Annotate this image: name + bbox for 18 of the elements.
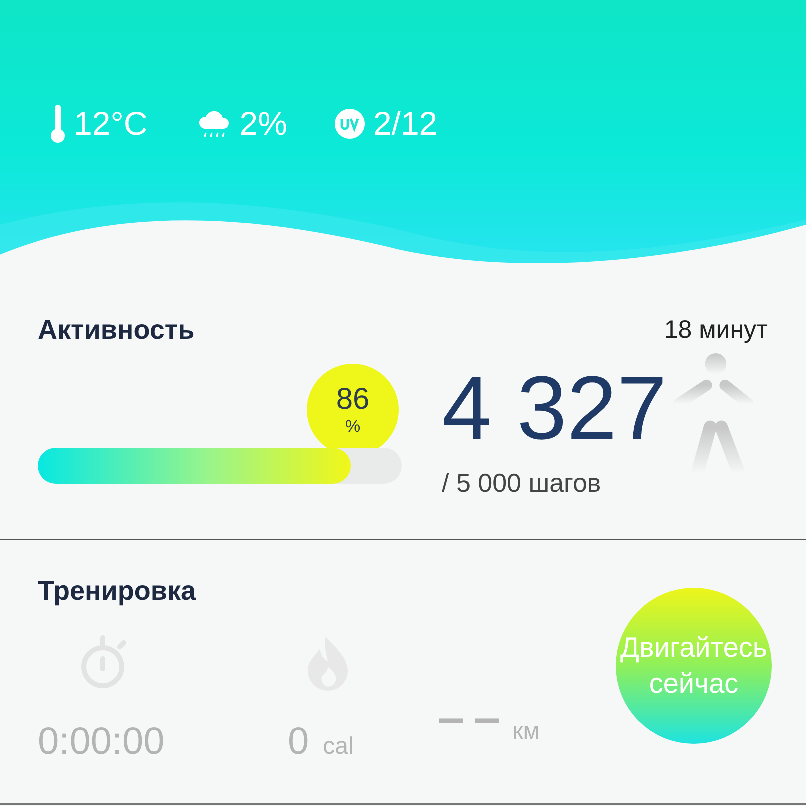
weather-value: 2/12 xyxy=(373,105,438,143)
weather-value: 12°C xyxy=(74,105,148,143)
section-title: Активность xyxy=(38,315,195,346)
duration-text: 18 минут xyxy=(664,316,768,345)
percent-sign: % xyxy=(345,417,361,437)
thermometer-icon xyxy=(50,104,66,144)
stat-value: – – xyxy=(438,691,499,746)
start-button[interactable]: Двигайтесь сейчас xyxy=(616,588,772,744)
step-goal: / 5 000 шагов xyxy=(442,468,602,499)
unit-label: км xyxy=(512,718,540,746)
weather-value: 2% xyxy=(240,105,288,143)
percent-value: 86 xyxy=(336,383,370,417)
step-count: 4 327 xyxy=(442,364,668,454)
stat-value: 0:00:00 xyxy=(38,721,165,764)
unit-label: cal xyxy=(323,733,354,761)
stat-value: 0 xyxy=(288,721,310,764)
uv-icon xyxy=(335,109,366,139)
section-title: Тренировка xyxy=(38,576,196,606)
